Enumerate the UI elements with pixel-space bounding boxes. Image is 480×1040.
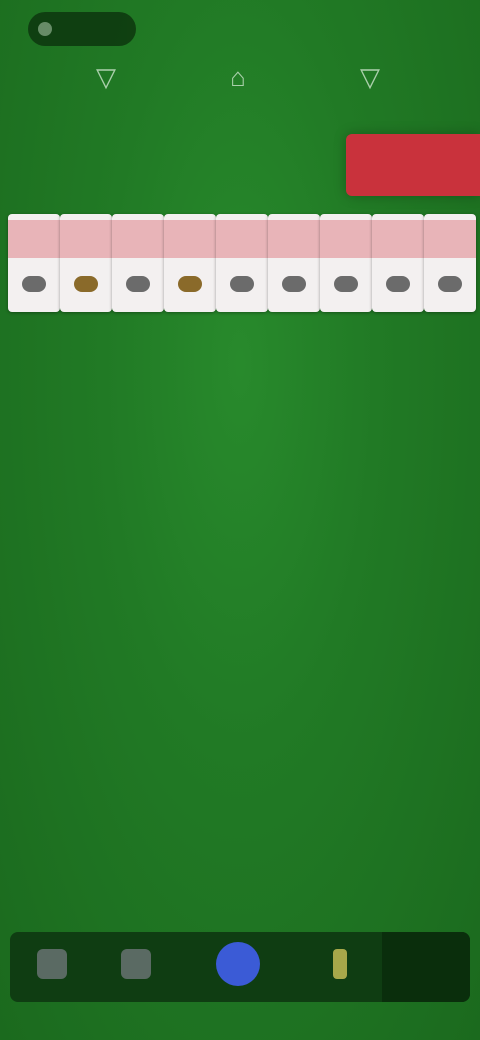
card[interactable] bbox=[320, 214, 372, 312]
stat-time: ▽ bbox=[330, 62, 410, 92]
undo-icon bbox=[333, 949, 347, 979]
card-band bbox=[424, 220, 476, 258]
card-band bbox=[60, 220, 112, 258]
card-band bbox=[112, 220, 164, 258]
card[interactable] bbox=[60, 214, 112, 312]
suit-icon bbox=[126, 276, 150, 292]
card[interactable] bbox=[164, 214, 216, 312]
back-icon bbox=[38, 22, 52, 36]
card-band bbox=[268, 220, 320, 258]
suit-icon bbox=[386, 276, 410, 292]
card[interactable] bbox=[424, 214, 476, 312]
stat-score: ⌂ bbox=[198, 62, 278, 92]
card-band bbox=[320, 220, 372, 258]
moves-icon: ▽ bbox=[96, 62, 116, 92]
card-band bbox=[216, 220, 268, 258]
time-icon: ▽ bbox=[360, 62, 380, 92]
play-icon bbox=[216, 942, 260, 986]
tableau-row bbox=[0, 214, 480, 314]
menu-icon bbox=[37, 949, 67, 979]
stat-moves: ▽ bbox=[66, 62, 146, 92]
card[interactable] bbox=[372, 214, 424, 312]
card[interactable] bbox=[112, 214, 164, 312]
card-band bbox=[8, 220, 60, 258]
card[interactable] bbox=[216, 214, 268, 312]
suit-icon bbox=[438, 276, 462, 292]
play-button[interactable] bbox=[178, 932, 298, 1002]
undo-button[interactable] bbox=[298, 932, 382, 1002]
card-band bbox=[372, 220, 424, 258]
suit-icon bbox=[74, 276, 98, 292]
card-band bbox=[164, 220, 216, 258]
suit-icon bbox=[230, 276, 254, 292]
hint-button[interactable] bbox=[94, 932, 178, 1002]
bottom-nav bbox=[10, 932, 470, 1002]
suit-icon bbox=[22, 276, 46, 292]
foundation-slot[interactable] bbox=[346, 134, 480, 196]
card[interactable] bbox=[268, 214, 320, 312]
back-pill[interactable] bbox=[28, 12, 136, 46]
suit-icon bbox=[334, 276, 358, 292]
score-icon: ⌂ bbox=[230, 62, 246, 92]
nav-filler bbox=[382, 932, 470, 1002]
menu-button[interactable] bbox=[10, 932, 94, 1002]
hint-icon bbox=[121, 949, 151, 979]
card[interactable] bbox=[8, 214, 60, 312]
suit-icon bbox=[282, 276, 306, 292]
suit-icon bbox=[178, 276, 202, 292]
